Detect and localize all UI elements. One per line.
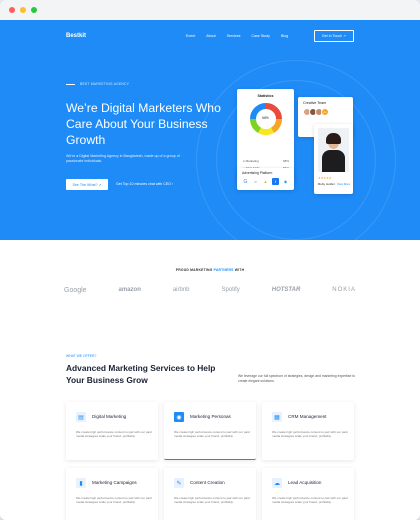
chart-icon: ▤ [76, 412, 86, 422]
ads-icon: ▲ [263, 179, 268, 184]
see-the-what-button[interactable]: See The What? ↗ [66, 179, 108, 190]
hotstar-logo: HOTSTAR [271, 287, 301, 293]
airbnb-logo: airbnb [172, 287, 190, 293]
minimize-dot[interactable] [20, 7, 26, 13]
services-section: WHAT WE OFFER? Advanced Marketing Servic… [0, 340, 420, 520]
team-avatars: 2+ [303, 108, 329, 116]
email-icon: ✉ [254, 179, 257, 184]
view-more-link[interactable]: View More [337, 182, 350, 186]
service-title: CRM Management [288, 414, 327, 419]
donut-center-value: 68% [262, 116, 269, 120]
service-card[interactable]: ▮ Marketing Campaigns We create high per… [66, 468, 158, 520]
google-logo: Google [64, 287, 87, 294]
service-card[interactable]: ▤ Digital Marketing We create high perfo… [66, 402, 158, 460]
browser-window: Bestkit Event About Services Case Study … [0, 0, 420, 520]
google-icon: G [243, 178, 248, 185]
rating-stars: ★★★★★ [318, 176, 332, 180]
service-text: We create high performance content to pa… [272, 430, 348, 439]
profile-name: Ruby Jenifer [318, 182, 335, 186]
services-description: We leverage our full spectrum of strateg… [238, 374, 356, 383]
facebook-icon: f [272, 178, 279, 185]
services-title: Advanced Marketing Services to Help Your… [66, 363, 216, 385]
service-card[interactable]: ☁ Lead Acquisition We create high perfor… [262, 468, 354, 520]
campaign-icon: ▮ [76, 478, 86, 488]
partners-section: PROUD MARKETING PARTNERS WITH Google ama… [0, 240, 420, 340]
hero-title: We’re Digital Marketers Who Care About Y… [66, 101, 221, 147]
site-logo[interactable]: Bestkit [66, 33, 86, 39]
creative-team-title: Creative Team [303, 101, 327, 105]
advertising-platform-card: Advertising Platform G ✉ ▲ f ◆ [237, 168, 294, 190]
service-text: We create high performance content to pa… [76, 496, 152, 505]
hero-section: Bestkit Event About Services Case Study … [0, 20, 420, 240]
service-title: Digital Marketing [92, 414, 127, 419]
lead-icon: ☁ [272, 478, 282, 488]
nav-item-services[interactable]: Services [227, 34, 241, 38]
partner-logos: Google amazon airbnb Spotify HOTSTAR NOK… [64, 287, 356, 294]
advertising-platform-title: Advertising Platform [242, 171, 273, 175]
spotify-logo: Spotify [221, 287, 240, 293]
nav-item-about[interactable]: About [206, 34, 215, 38]
ceo-chat-link[interactable]: Get Top 10 minutes chat with CEO › [116, 182, 173, 186]
service-text: We create high performance content to pa… [174, 430, 250, 439]
avatar-more: 2+ [321, 108, 329, 116]
stats-row-value: 68% [282, 159, 289, 163]
close-dot[interactable] [9, 7, 15, 13]
nav-item-event[interactable]: Event [186, 34, 195, 38]
service-text: We create high performance content to pa… [174, 496, 250, 505]
service-title: Marketing Campaigns [92, 480, 137, 485]
hero-eyebrow: BEST MARKETING AGENCY [66, 82, 129, 86]
nav-item-case-study[interactable]: Case Study [251, 34, 270, 38]
content-icon: ✎ [174, 478, 184, 488]
nav-item-blog[interactable]: Blog [281, 34, 288, 38]
partners-title: PROUD MARKETING PARTNERS WITH [175, 268, 245, 272]
nokia-logo: NOKIA [332, 287, 356, 293]
service-title: Lead Acquisition [288, 480, 322, 485]
stats-row-label: ● Marketing [243, 159, 259, 163]
maximize-dot[interactable] [31, 7, 37, 13]
service-title: Marketing Personas [190, 414, 231, 419]
service-card[interactable]: ◉ Marketing Personas We create high perf… [164, 402, 256, 460]
service-text: We create high performance content to pa… [76, 430, 152, 439]
platform-icons: G ✉ ▲ f ◆ [242, 178, 289, 185]
profile-photo [318, 128, 349, 172]
nav-menu: Event About Services Case Study Blog [186, 34, 288, 38]
hero-eyebrow-text: BEST MARKETING AGENCY [80, 82, 130, 86]
service-card[interactable]: ▦ CRM Management We create high performa… [262, 402, 354, 460]
eyebrow-line [66, 83, 75, 85]
stats-row: ● Marketing 68% [243, 159, 289, 163]
crm-icon: ▦ [272, 412, 282, 422]
services-eyebrow: WHAT WE OFFER? [66, 354, 97, 358]
service-title: Content Creation [190, 480, 225, 485]
top-navigation: Bestkit Event About Services Case Study … [0, 30, 420, 46]
statistics-title: Statistics [257, 94, 274, 98]
get-in-touch-button[interactable]: Get In Touch ↗ [314, 30, 354, 42]
service-card[interactable]: ✎ Content Creation We create high perfor… [164, 468, 256, 520]
profile-card: ★★★★★ Ruby Jenifer View More [314, 124, 353, 194]
service-text: We create high performance content to pa… [272, 496, 348, 505]
hero-description: We're a Digital Marketing Agency in Bang… [66, 154, 180, 163]
amazon-logo: amazon [118, 287, 141, 293]
persona-icon: ◉ [174, 412, 184, 422]
twitter-icon: ◆ [283, 179, 288, 184]
window-chrome [0, 0, 420, 20]
